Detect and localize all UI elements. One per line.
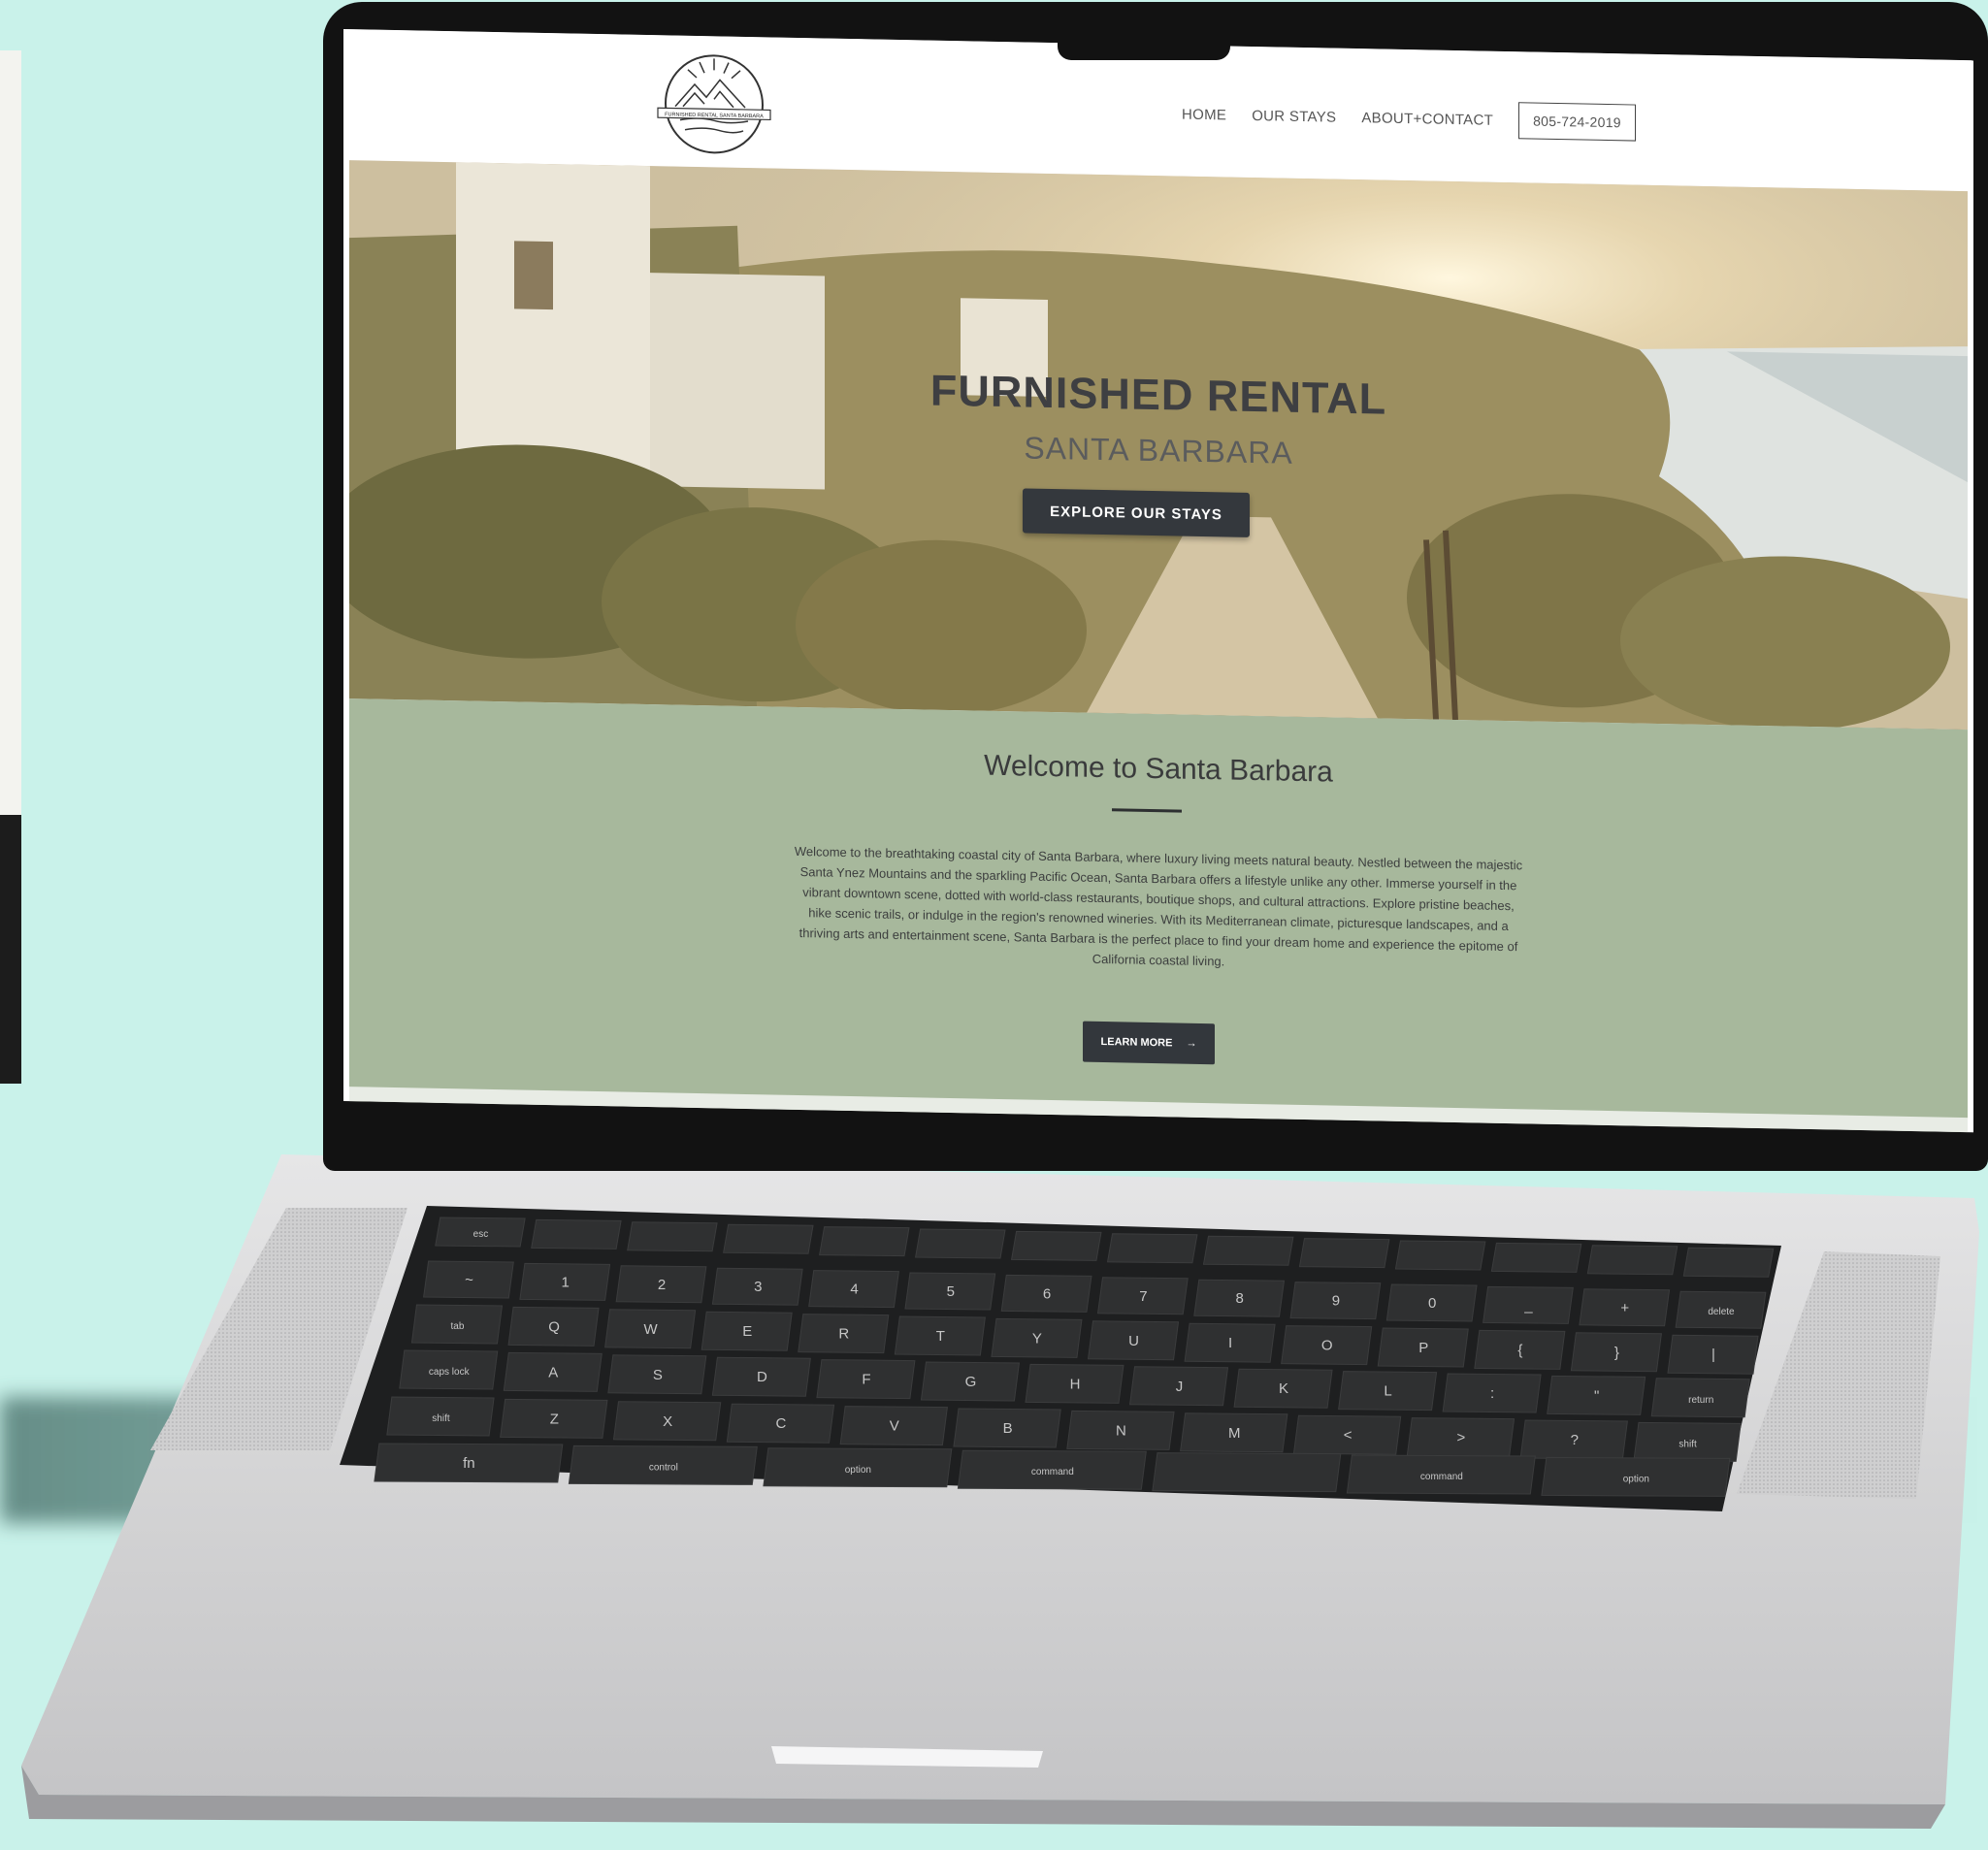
key-label: K <box>1279 1380 1288 1397</box>
nav-about-contact[interactable]: ABOUT+CONTACT <box>1361 110 1493 129</box>
key-label: T <box>936 1328 945 1345</box>
key-label: ? <box>1571 1432 1579 1448</box>
key-label: Y <box>1032 1330 1042 1347</box>
key-label: 4 <box>850 1282 858 1298</box>
welcome-section: Welcome to Santa Barbara Welcome to the … <box>349 698 1968 1133</box>
learn-more-label: LEARN MORE <box>1100 1035 1173 1050</box>
key-label: { <box>1517 1342 1522 1358</box>
key-label: M <box>1228 1425 1241 1442</box>
nav-our-stays[interactable]: OUR STAYS <box>1252 107 1336 125</box>
key-label: > <box>1457 1430 1466 1446</box>
key-label: caps lock <box>429 1367 471 1378</box>
key-label: option <box>1623 1474 1649 1484</box>
key-label: fn <box>463 1455 475 1472</box>
key-label: shift <box>1678 1439 1697 1449</box>
key-label: tab <box>451 1321 465 1332</box>
keyboard-key[interactable] <box>723 1223 814 1254</box>
keyboard-key[interactable] <box>1106 1233 1198 1264</box>
welcome-body: Welcome to the breathtaking coastal city… <box>794 843 1523 969</box>
key-label: + <box>1620 1300 1629 1316</box>
key-label: F <box>862 1372 870 1388</box>
key-label: ~ <box>465 1272 473 1288</box>
keyboard-key[interactable] <box>627 1221 718 1252</box>
keyboard-key[interactable] <box>1010 1230 1102 1261</box>
arrow-right-icon: → <box>1186 1037 1197 1050</box>
key-label: G <box>965 1374 977 1390</box>
key-label: esc <box>473 1229 489 1240</box>
key-label: 6 <box>1043 1285 1051 1302</box>
keyboard-key[interactable] <box>1202 1235 1294 1266</box>
keyboard-key[interactable] <box>1490 1242 1582 1273</box>
key-label: H <box>1070 1376 1081 1392</box>
keyboard-key[interactable] <box>915 1228 1006 1259</box>
hero-content: FURNISHED RENTAL SANTA BARBARA EXPLORE O… <box>349 160 1968 730</box>
key-label: | <box>1711 1347 1715 1363</box>
background-panel <box>0 50 21 1084</box>
keyboard-key[interactable] <box>1298 1238 1390 1269</box>
key-label: command <box>1031 1467 1074 1477</box>
keyboard-key[interactable] <box>1682 1247 1775 1278</box>
explore-our-stays-button[interactable]: EXPLORE OUR STAYS <box>1023 488 1250 537</box>
key-label: 0 <box>1428 1295 1436 1312</box>
key-label: D <box>757 1369 767 1385</box>
nav-home[interactable]: HOME <box>1182 106 1226 123</box>
key-label: S <box>653 1367 663 1383</box>
welcome-divider <box>1112 808 1182 813</box>
key-label: delete <box>1708 1307 1735 1317</box>
key-label: B <box>1003 1420 1013 1437</box>
key-label: N <box>1116 1422 1126 1439</box>
key-label: 9 <box>1332 1293 1340 1310</box>
phone-button[interactable]: 805-724-2019 <box>1518 102 1636 142</box>
key-label: 1 <box>562 1274 570 1290</box>
key-label: Q <box>548 1318 560 1335</box>
keyboard-key[interactable] <box>1394 1240 1486 1271</box>
key-label: control <box>649 1462 678 1473</box>
keyboard-key[interactable] <box>531 1218 622 1250</box>
welcome-title: Welcome to Santa Barbara <box>984 749 1333 789</box>
key-label: R <box>838 1326 849 1343</box>
key-label: } <box>1614 1345 1619 1361</box>
key-label: A <box>548 1364 558 1380</box>
key-label: 2 <box>658 1277 666 1293</box>
key-label: command <box>1420 1472 1463 1482</box>
key-label: I <box>1228 1335 1232 1351</box>
hero-section: FURNISHED RENTAL SANTA BARBARA EXPLORE O… <box>349 160 1968 730</box>
camera-notch <box>1058 23 1230 60</box>
keyboard-key[interactable] <box>1586 1245 1678 1276</box>
keyboard-key[interactable] <box>1152 1452 1342 1493</box>
key-label: option <box>845 1465 871 1476</box>
key-label: 3 <box>754 1279 762 1295</box>
learn-more-button[interactable]: LEARN MORE → <box>1083 1021 1215 1065</box>
key-label: shift <box>432 1413 450 1424</box>
laptop-screen: FURNISHED RENTAL SANTA BARBARA HOME OUR … <box>343 29 1973 1133</box>
key-label: V <box>890 1418 899 1435</box>
key-label: : <box>1490 1385 1494 1402</box>
main-nav: HOME OUR STAYS ABOUT+CONTACT 805-724-201… <box>1182 96 1636 142</box>
key-label: P <box>1418 1340 1428 1356</box>
key-label: U <box>1128 1333 1139 1349</box>
key-label: J <box>1176 1379 1184 1395</box>
key-label: < <box>1344 1427 1352 1444</box>
key-label: X <box>663 1413 672 1430</box>
keyboard-key[interactable] <box>819 1226 910 1257</box>
key-label: L <box>1384 1383 1391 1400</box>
key-label: C <box>776 1415 787 1432</box>
key-label: E <box>742 1323 752 1340</box>
key-label: 8 <box>1235 1290 1243 1307</box>
logo-badge-icon[interactable]: FURNISHED RENTAL SANTA BARBARA <box>656 49 772 158</box>
key-label: Z <box>550 1411 559 1427</box>
key-label: _ <box>1523 1297 1533 1314</box>
key-label: 5 <box>947 1283 955 1300</box>
key-label: O <box>1321 1338 1333 1354</box>
key-label: " <box>1594 1387 1599 1404</box>
key-label: W <box>644 1321 659 1338</box>
key-label: 7 <box>1139 1288 1147 1305</box>
key-label: return <box>1688 1395 1713 1406</box>
